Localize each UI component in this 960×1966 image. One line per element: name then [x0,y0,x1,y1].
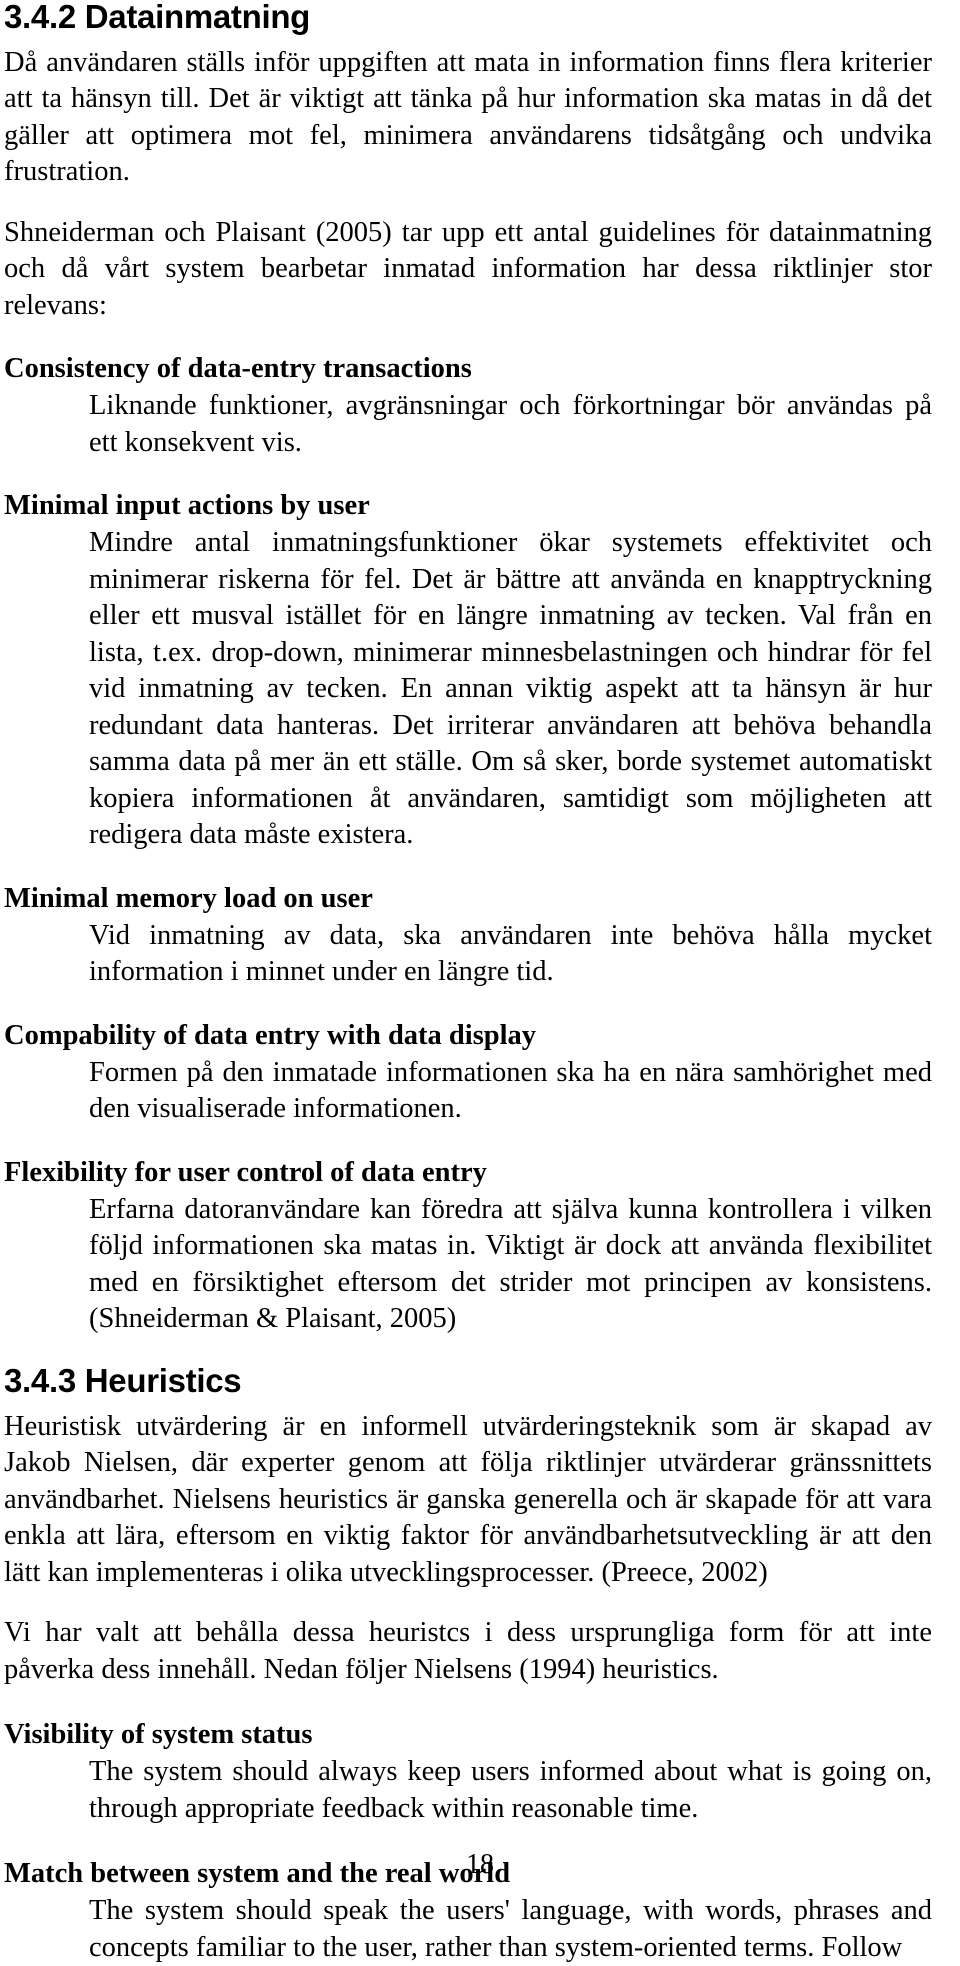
heuristic-body: The system should speak the users' langu… [89,1895,932,1963]
heuristic-block: Visibility of system status The system s… [4,1718,932,1827]
heuristics-paragraph-2: Vi har valt att behålla dessa heuristcs … [4,1617,932,1685]
guideline-title: Minimal memory load on user [4,882,373,914]
guideline-block: Consistency of data-entry transactions L… [4,352,932,461]
heuristic-title: Visibility of system status [4,1719,313,1751]
section-heading-3-4-3: 3.4.3 Heuristics [4,1361,242,1399]
guideline-block: Flexibility for user control of data ent… [4,1156,932,1338]
guideline-body: Liknande funktioner, avgränsningar och f… [89,390,932,458]
guideline-title: Consistency of data-entry transactions [4,353,472,385]
guideline-title: Flexibility for user control of data ent… [4,1156,487,1188]
guideline-body: Vid inmatning av data, ska användaren in… [89,919,932,988]
section-heading-3-4-2: 3.4.2 Datainmatning [4,0,311,35]
page-number: 18 [466,1849,494,1880]
guideline-title: Compability of data entry with data disp… [4,1019,537,1051]
heuristic-body: The system should always keep users info… [89,1756,932,1824]
guideline-block: Minimal input actions by user Mindre ant… [4,489,932,854]
document-page: 3.4.2 Datainmatning Då användaren ställs… [0,0,960,1963]
guideline-body: Erfarna datoranvändare kan föredra att s… [89,1193,932,1335]
guideline-body: Formen på den inmatade informationen ska… [89,1056,932,1125]
guideline-body: Mindre antal inmatningsfunktioner ökar s… [89,527,932,851]
heuristics-paragraph-1: Heuristisk utvärdering är en informell u… [4,1410,932,1588]
guideline-title: Minimal input actions by user [4,490,370,522]
guideline-block: Minimal memory load on user Vid inmatnin… [4,882,932,991]
intro-paragraph-2: Shneiderman och Plaisant (2005) tar upp … [4,216,932,321]
guideline-block: Compability of data entry with data disp… [4,1019,932,1128]
intro-paragraph-1: Då användaren ställs inför uppgiften att… [4,46,932,188]
